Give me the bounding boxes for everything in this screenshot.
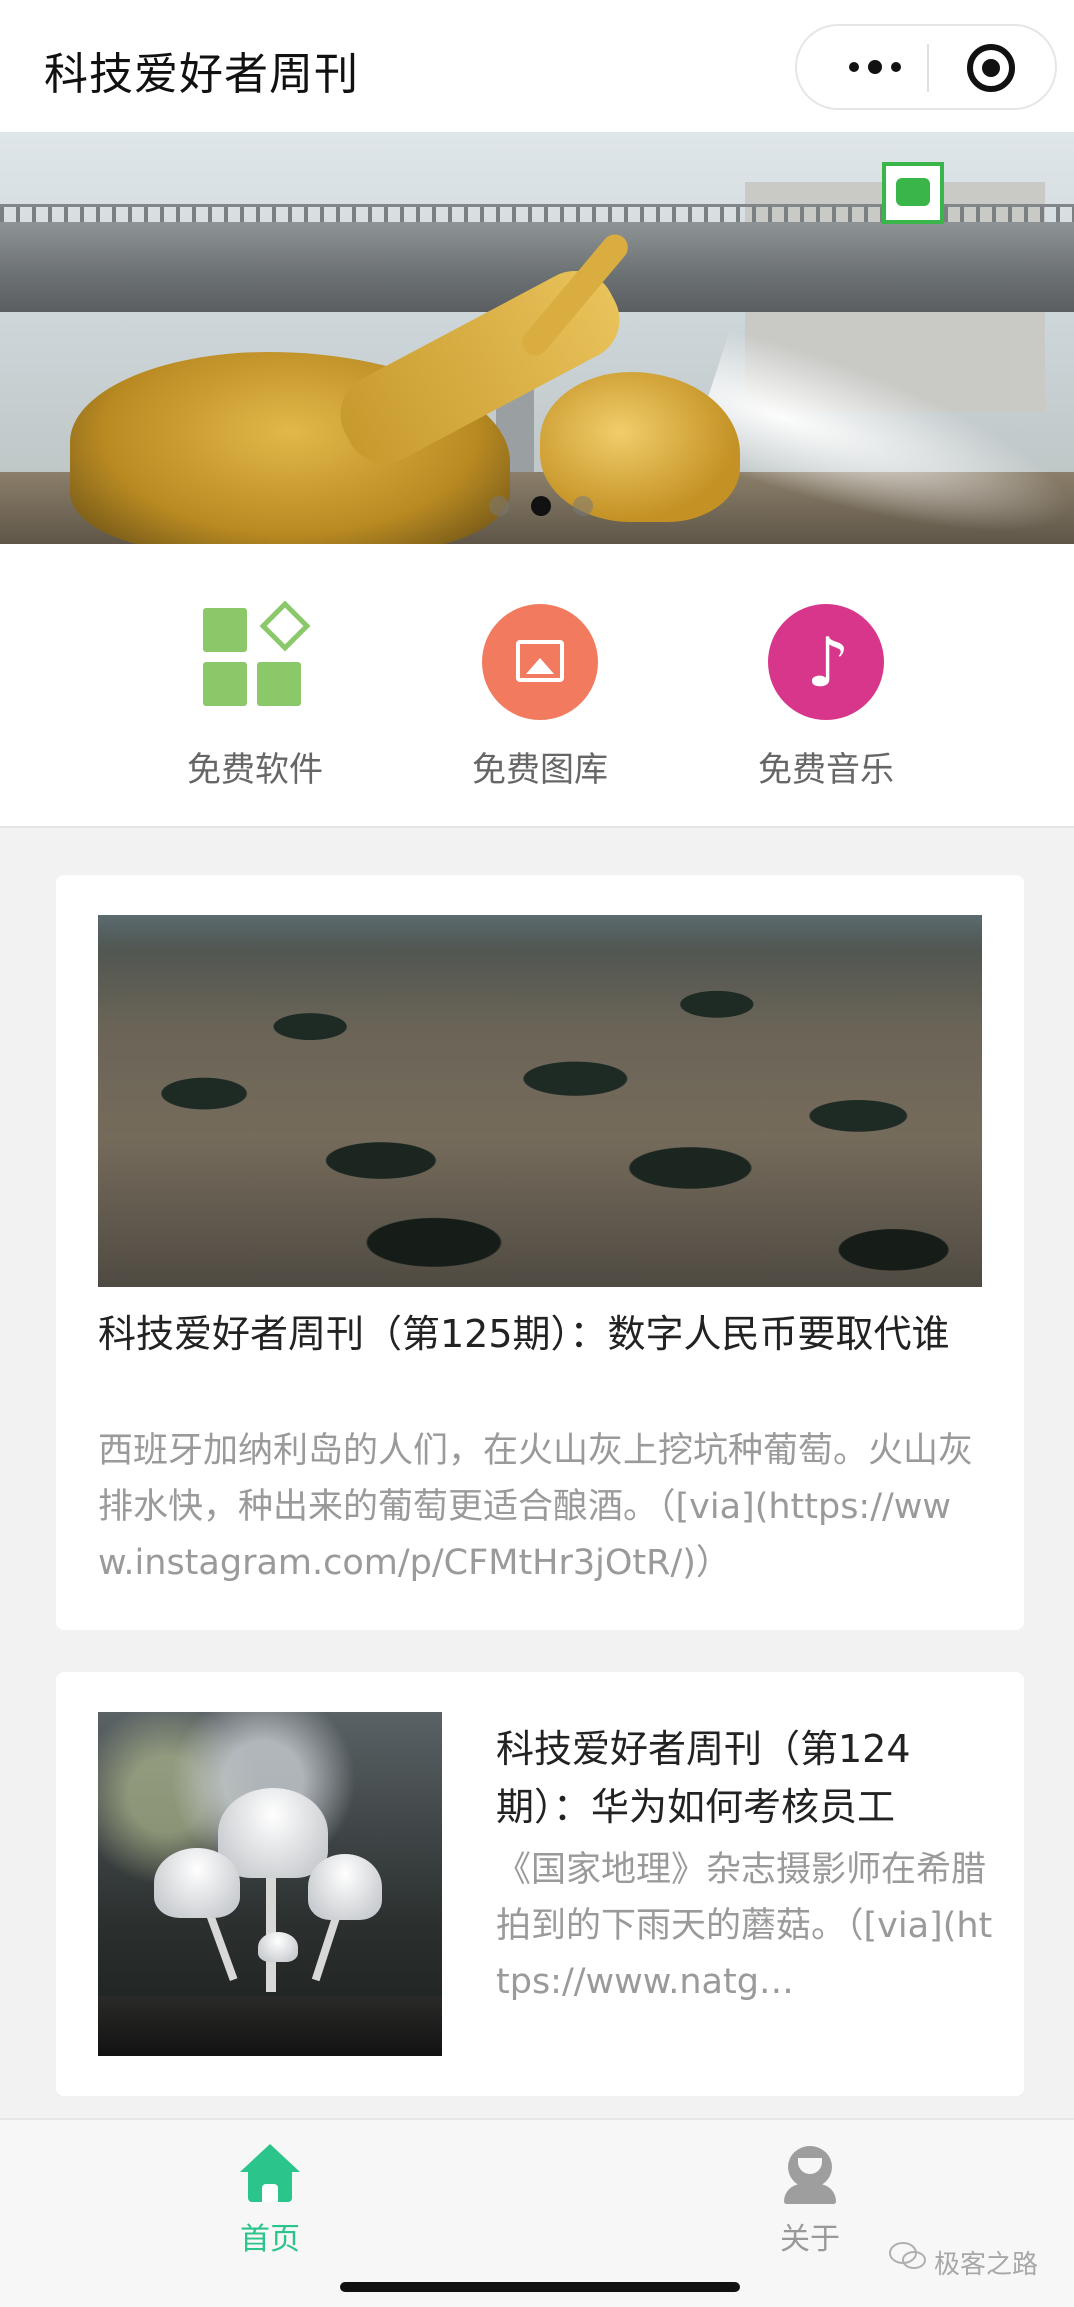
- tab-label: 关于: [780, 2222, 840, 2257]
- carousel-dot-active[interactable]: [531, 496, 551, 516]
- target-close-icon[interactable]: [967, 44, 1015, 92]
- quick-nav: 免费软件 免费图库 ♪ 免费音乐: [0, 544, 1074, 828]
- quick-nav-music[interactable]: ♪ 免费音乐: [736, 604, 916, 791]
- top-bar: 科技爱好者周刊: [0, 0, 1074, 132]
- tab-label: 首页: [240, 2222, 300, 2257]
- article-card[interactable]: 科技爱好者周刊（第125期）：数字人民币要取代谁 西班牙加纳利岛的人们，在火山灰…: [56, 875, 1024, 1630]
- quick-nav-label: 免费音乐: [758, 750, 894, 790]
- home-icon: [240, 2144, 300, 2204]
- quick-nav-label: 免费图库: [472, 750, 608, 790]
- quick-nav-images[interactable]: 免费图库: [450, 604, 630, 791]
- article-cover-image: [98, 915, 982, 1287]
- banner-carousel[interactable]: [0, 132, 1074, 544]
- quick-nav-label: 免费软件: [187, 750, 323, 790]
- apps-grid-icon: [197, 600, 313, 720]
- user-icon: [780, 2144, 840, 2204]
- article-title: 科技爱好者周刊（第124期）：华为如何考核员工: [496, 1727, 911, 1829]
- image-icon: [482, 604, 598, 720]
- bottom-tab-bar: 首页 关于: [0, 2118, 1074, 2307]
- carousel-indicator: [489, 496, 593, 516]
- home-indicator: [340, 2282, 740, 2292]
- capsule-divider: [927, 44, 929, 92]
- article-title: 科技爱好者周刊（第125期）：数字人民币要取代谁: [98, 1312, 950, 1356]
- article-description: 西班牙加纳利岛的人们，在火山灰上挖坑种葡萄。火山灰排水快，种出来的葡萄更适合酿酒…: [98, 1431, 974, 1583]
- music-note-icon: ♪: [768, 604, 884, 720]
- mini-program-capsule: [795, 24, 1057, 110]
- camera-logo-icon: [882, 162, 944, 224]
- wechat-icon: [889, 2242, 926, 2269]
- article-cover-image: [98, 1712, 442, 2056]
- article-card[interactable]: 科技爱好者周刊（第124期）：华为如何考核员工 《国家地理》杂志摄影师在希腊拍到…: [56, 1672, 1024, 2096]
- carousel-dot[interactable]: [489, 496, 509, 516]
- article-description-text: 《国家地理》杂志摄影师在希腊拍到的下雨天的蘑菇。（[via](https://w…: [496, 1850, 993, 2002]
- quick-nav-software[interactable]: 免费软件: [165, 600, 345, 791]
- watermark-text: 极客之路: [934, 2250, 1039, 2280]
- tab-home[interactable]: 首页: [200, 2144, 340, 2258]
- page-title: 科技爱好者周刊: [44, 49, 359, 100]
- carousel-dot[interactable]: [573, 496, 593, 516]
- tab-about[interactable]: 关于: [740, 2144, 880, 2258]
- article-description: 《国家地理》杂志摄影师在希腊拍到的下雨天的蘑菇。（[via](https://w…: [496, 1842, 996, 2010]
- more-dots-icon[interactable]: [825, 26, 925, 108]
